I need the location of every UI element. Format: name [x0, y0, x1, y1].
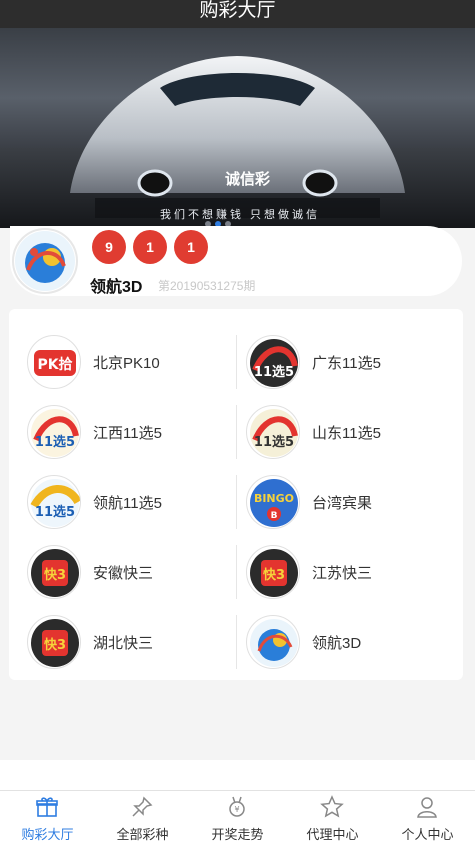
banner-brand-text: 诚信彩	[225, 171, 271, 188]
eleven-five-icon: 11选5	[246, 405, 300, 459]
lottery-item-jsk3[interactable]: 快3 江苏快三	[246, 545, 446, 615]
svg-text:11选5: 11选5	[35, 504, 75, 520]
eleven-five-icon: 11选5	[27, 405, 81, 459]
row-divider	[236, 545, 237, 599]
lottery-label: 湖北快三	[93, 635, 154, 652]
draw-lottery-name: 领航3D	[90, 279, 143, 296]
3d-icon	[246, 615, 300, 669]
lottery-item-gd11x5[interactable]: 11选5 广东11选5	[246, 335, 446, 405]
pk10-icon: PK拾	[27, 335, 81, 389]
lottery-3d-logo-icon	[12, 228, 78, 294]
tab-label: 个人中心	[401, 827, 454, 842]
svg-text:11选5: 11选5	[254, 364, 294, 380]
promo-banner[interactable]: 诚信彩 我们不想赚钱 只想做诚信	[0, 28, 475, 228]
draw-ball-2: 1	[133, 230, 167, 264]
lottery-item-bjpk10[interactable]: PK拾 北京PK10	[27, 335, 227, 405]
star-icon	[320, 795, 344, 818]
gift-icon	[36, 797, 58, 817]
bottom-tab-bar: 购彩大厅 全部彩种 ¥ 开奖走势 代理中心 个人中心	[0, 790, 475, 843]
lottery-label: 江苏快三	[312, 565, 373, 582]
tab-label: 全部彩种	[116, 827, 169, 842]
tab-all-lotteries[interactable]: 全部彩种	[95, 791, 190, 843]
page-title: 购彩大厅	[199, 0, 276, 21]
lottery-item-lh11x5[interactable]: 11选5 领航11选5	[27, 475, 227, 545]
lottery-label: 领航11选5	[93, 495, 162, 512]
tab-personal-center[interactable]: 个人中心	[380, 791, 475, 843]
top-bar: 购彩大厅	[0, 0, 475, 28]
svg-text:B: B	[271, 511, 278, 521]
lottery-label: 领航3D	[312, 635, 362, 652]
lottery-item-twbingo[interactable]: BINGO B 台湾宾果	[246, 475, 446, 545]
tab-draw-trends[interactable]: ¥ 开奖走势	[190, 791, 285, 843]
svg-text:¥: ¥	[234, 805, 239, 814]
lottery-item-jx11x5[interactable]: 11选5 江西11选5	[27, 405, 227, 475]
svg-text:PK拾: PK拾	[37, 356, 72, 373]
lottery-grid: PK拾 北京PK10 11选5 广东11选5 11选5 江西11选5 11选5 …	[9, 309, 463, 680]
kuai3-icon: 快3	[27, 545, 81, 599]
tab-label: 购彩大厅	[21, 827, 74, 842]
svg-text:快3: 快3	[44, 567, 66, 583]
banner-slogan: 我们不想赚钱 只想做诚信	[160, 209, 321, 221]
lottery-label: 山东11选5	[312, 425, 381, 442]
user-icon	[417, 797, 437, 818]
svg-text:快3: 快3	[263, 567, 285, 583]
lottery-label: 北京PK10	[93, 355, 160, 372]
tab-label: 代理中心	[306, 827, 359, 842]
svg-text:11选5: 11选5	[35, 434, 75, 450]
row-divider	[236, 335, 237, 389]
lottery-item-sd11x5[interactable]: 11选5 山东11选5	[246, 405, 446, 475]
banner-car-image	[0, 56, 475, 228]
lottery-label: 江西11选5	[93, 425, 162, 442]
lottery-item-hbk3[interactable]: 快3 湖北快三	[27, 615, 227, 685]
svg-text:快3: 快3	[44, 637, 66, 653]
draw-ball-1: 9	[92, 230, 126, 264]
draw-ball-3: 1	[174, 230, 208, 264]
tab-label: 开奖走势	[211, 827, 264, 842]
bingo-icon: BINGO B	[246, 475, 300, 529]
svg-text:11选5: 11选5	[254, 434, 294, 450]
lottery-label: 广东11选5	[312, 355, 381, 372]
lottery-label: 台湾宾果	[312, 495, 373, 512]
svg-text:BINGO: BINGO	[254, 492, 294, 505]
kuai3-icon: 快3	[27, 615, 81, 669]
lottery-label: 安徽快三	[93, 565, 154, 582]
eleven-five-icon: 11选5	[27, 475, 81, 529]
latest-draw-card[interactable]: 9 1 1 领航3D 第20190531275期	[10, 226, 462, 296]
tab-agent-center[interactable]: 代理中心	[285, 791, 380, 843]
lottery-item-ahk3[interactable]: 快3 安徽快三	[27, 545, 227, 615]
eleven-five-icon: 11选5	[246, 335, 300, 389]
bottom-spacer	[0, 760, 475, 790]
row-divider	[236, 405, 237, 459]
draw-issue-number: 第20190531275期	[158, 279, 256, 293]
row-divider	[236, 615, 237, 669]
kuai3-icon: 快3	[246, 545, 300, 599]
row-divider	[236, 475, 237, 529]
medal-icon: ¥	[229, 796, 245, 817]
tab-lottery-hall[interactable]: 购彩大厅	[0, 791, 95, 843]
lottery-item-lh3d[interactable]: 领航3D	[246, 615, 446, 685]
pin-icon	[132, 796, 153, 817]
